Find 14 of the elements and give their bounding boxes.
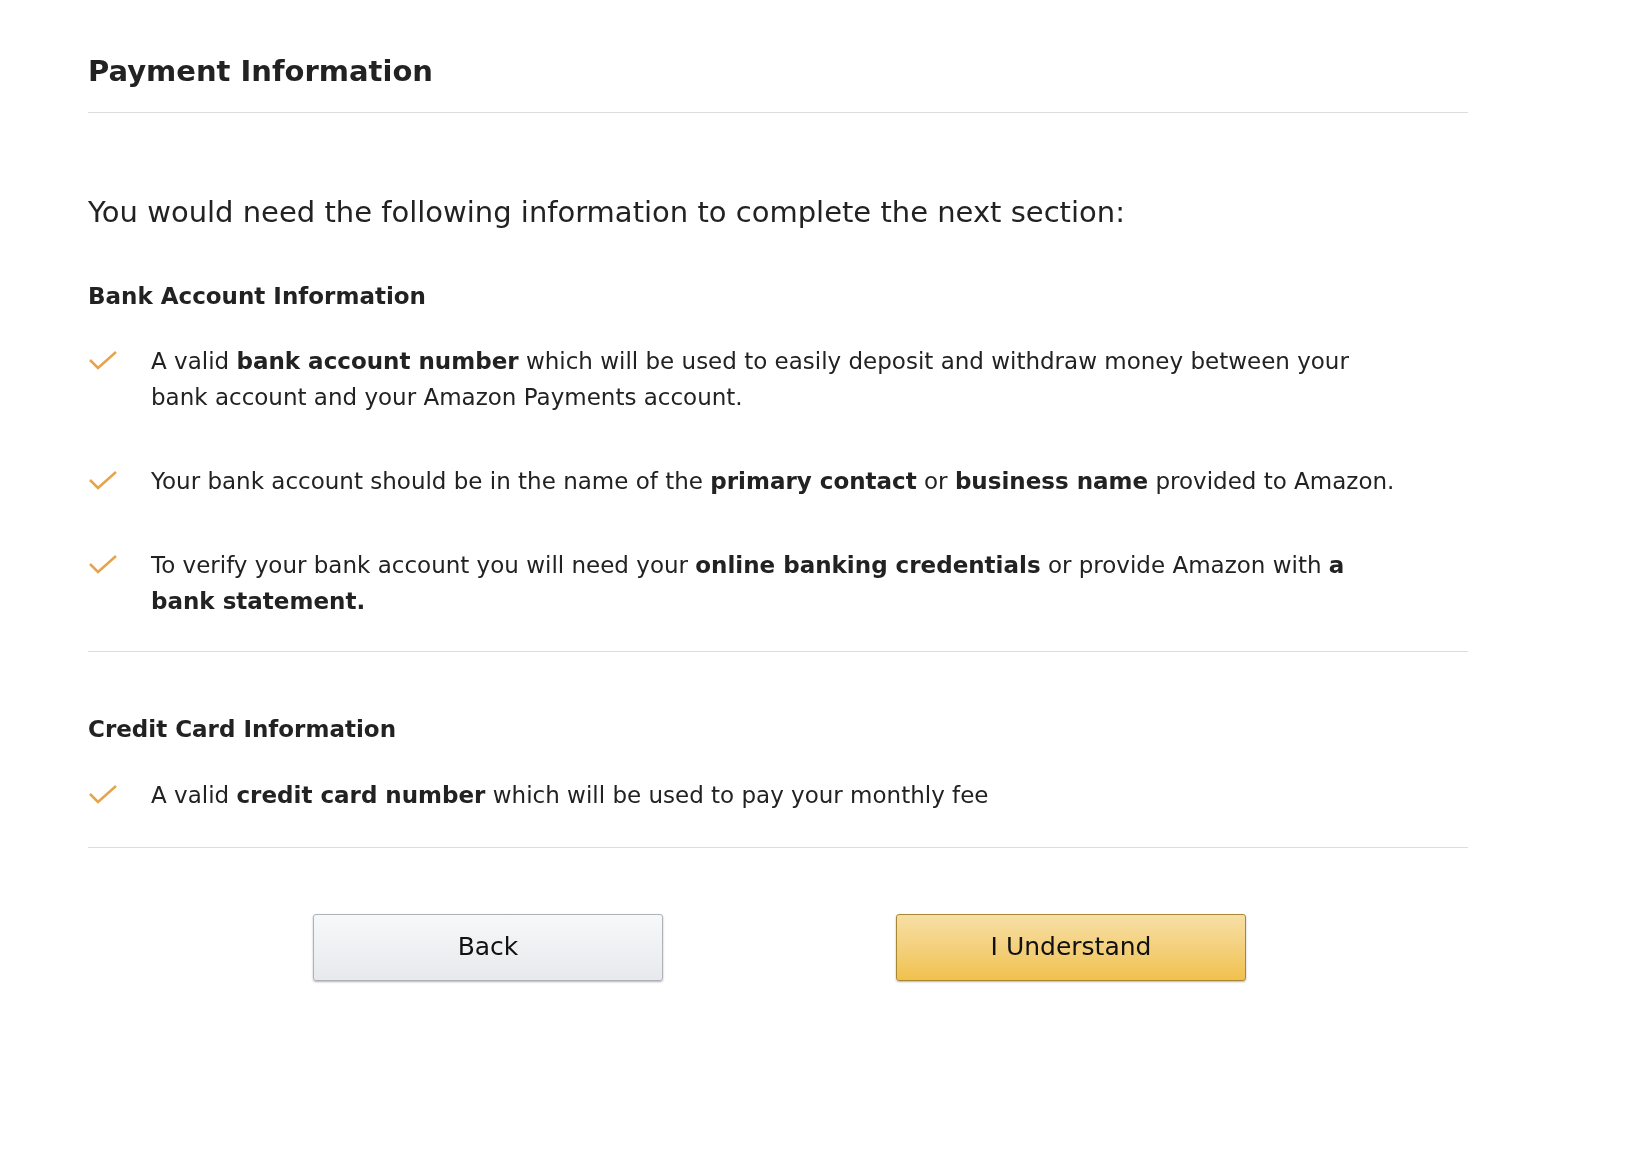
section-heading: Credit Card Information: [88, 715, 397, 744]
checkmark-icon: [88, 553, 118, 575]
requirement-text: To verify your bank account you will need your online banking credentials or provide Amazon with a bank statement.: [151, 551, 1346, 616]
checkmark-icon: [88, 469, 118, 491]
requirement-text: A valid credit card number which will be used to pay your monthly fee: [151, 780, 990, 810]
checkmark-icon: [88, 782, 118, 805]
understand-button[interactable]: I Understand: [896, 913, 1246, 981]
checkmark-icon: [88, 349, 118, 371]
requirement-text: Your bank account should be in the name of the primary contact or business name provided to Amazon.: [151, 467, 1396, 496]
back-button[interactable]: Back: [313, 913, 663, 981]
intro-text: You would need the following information to complete the next section:: [88, 194, 1126, 231]
section-heading: Bank Account Information: [88, 281, 427, 311]
requirement-text: A valid bank account number which will be used to easily deposit and withdraw money between your bank account and your Amazon Payments account.: [151, 347, 1350, 412]
page-title: Payment Information: [88, 53, 434, 90]
